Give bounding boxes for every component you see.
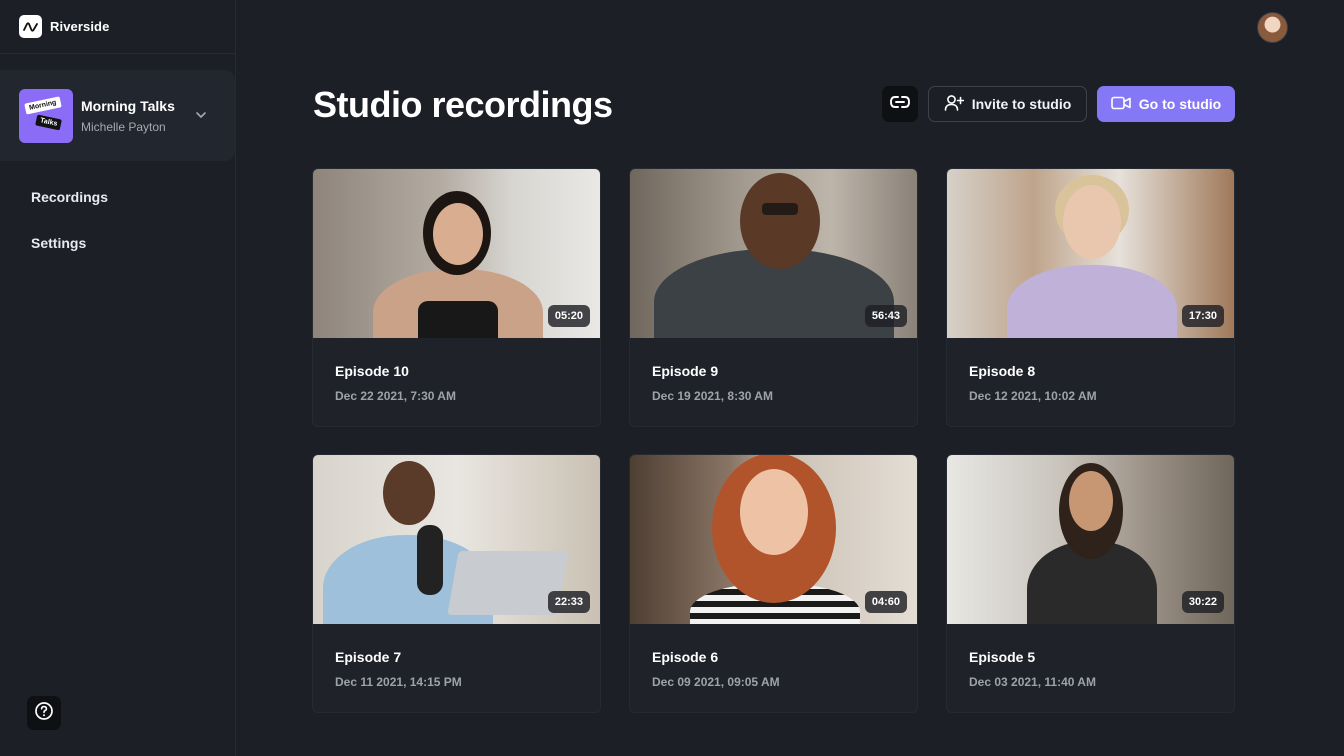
copy-link-button[interactable] [882, 86, 918, 122]
recording-title: Episode 8 [969, 363, 1036, 379]
recording-title: Episode 6 [652, 649, 719, 665]
studio-switcher[interactable]: Morning Talks Morning Talks Michelle Pay… [0, 70, 235, 161]
recording-title: Episode 9 [652, 363, 719, 379]
recording-card[interactable]: 56:43 Episode 9 Dec 19 2021, 8:30 AM [629, 168, 918, 427]
recording-thumbnail[interactable]: 17:30 [947, 169, 1234, 338]
video-camera-icon [1110, 96, 1131, 113]
link-icon [889, 95, 911, 114]
riverside-logo-icon [19, 15, 42, 38]
recording-thumbnail[interactable]: 22:33 [313, 455, 600, 624]
recording-card[interactable]: 04:60 Episode 6 Dec 09 2021, 09:05 AM [629, 454, 918, 713]
app-root: Riverside Morning Talks Morning Talks Mi… [0, 0, 1344, 756]
sidebar-item-settings[interactable]: Settings [31, 235, 86, 251]
studio-thumb-label-2: Talks [35, 113, 63, 131]
recording-thumbnail[interactable]: 30:22 [947, 455, 1234, 624]
recording-date: Dec 19 2021, 8:30 AM [652, 389, 773, 403]
brand[interactable]: Riverside [0, 0, 236, 54]
recording-date: Dec 03 2021, 11:40 AM [969, 675, 1096, 689]
invite-button-label: Invite to studio [971, 96, 1072, 112]
recording-thumbnail[interactable]: 56:43 [630, 169, 917, 338]
recording-title: Episode 5 [969, 649, 1036, 665]
help-button[interactable] [27, 696, 61, 730]
sidebar: Riverside Morning Talks Morning Talks Mi… [0, 0, 236, 756]
recording-date: Dec 22 2021, 7:30 AM [335, 389, 456, 403]
app-name: Riverside [50, 19, 110, 34]
recording-card[interactable]: 17:30 Episode 8 Dec 12 2021, 10:02 AM [946, 168, 1235, 427]
duration-badge: 22:33 [547, 591, 590, 613]
studio-thumb-label-1: Morning [24, 95, 62, 115]
recording-thumbnail[interactable]: 04:60 [630, 455, 917, 624]
sidebar-item-recordings[interactable]: Recordings [31, 189, 108, 205]
page-title: Studio recordings [313, 84, 613, 125]
help-circle-icon [34, 701, 54, 726]
go-button-label: Go to studio [1138, 96, 1222, 112]
recording-thumbnail[interactable]: 05:20 [313, 169, 600, 338]
recording-title: Episode 7 [335, 649, 402, 665]
recording-date: Dec 12 2021, 10:02 AM [969, 389, 1097, 403]
studio-owner: Michelle Payton [81, 119, 166, 134]
studio-info: Morning Talks Michelle Payton [81, 98, 175, 134]
duration-badge: 04:60 [864, 591, 907, 613]
recording-title: Episode 10 [335, 363, 409, 379]
recording-card[interactable]: 22:33 Episode 7 Dec 11 2021, 14:15 PM [312, 454, 601, 713]
user-plus-icon [944, 94, 965, 115]
recording-card[interactable]: 05:20 Episode 10 Dec 22 2021, 7:30 AM [312, 168, 601, 427]
duration-badge: 17:30 [1181, 305, 1224, 327]
studio-thumbnail: Morning Talks [19, 88, 73, 143]
studio-name: Morning Talks [81, 97, 175, 114]
go-to-studio-button[interactable]: Go to studio [1097, 86, 1235, 122]
invite-to-studio-button[interactable]: Invite to studio [928, 86, 1087, 122]
duration-badge: 56:43 [864, 305, 907, 327]
recording-date: Dec 09 2021, 09:05 AM [652, 675, 780, 689]
chevron-down-icon[interactable] [194, 108, 208, 127]
recording-date: Dec 11 2021, 14:15 PM [335, 675, 462, 689]
user-avatar[interactable] [1257, 12, 1288, 43]
recording-card[interactable]: 30:22 Episode 5 Dec 03 2021, 11:40 AM [946, 454, 1235, 713]
duration-badge: 30:22 [1181, 591, 1224, 613]
duration-badge: 05:20 [547, 305, 590, 327]
